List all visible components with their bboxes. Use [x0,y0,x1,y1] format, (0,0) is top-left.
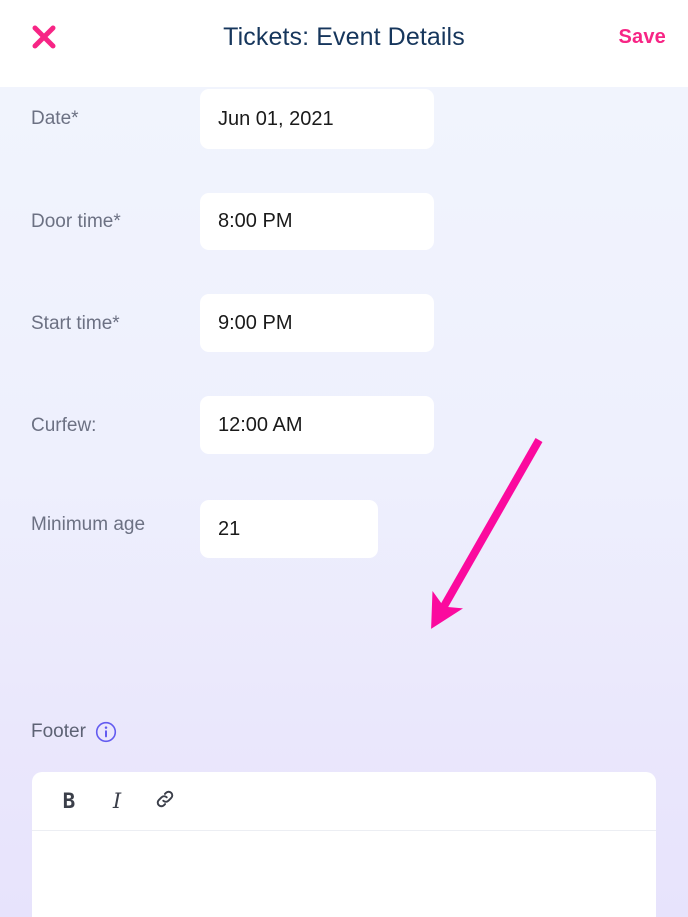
door-time-input[interactable] [200,193,434,250]
modal-header: Tickets: Event Details Save [0,0,688,87]
field-label-date: Date* [31,108,79,129]
footer-label-group: Footer [31,718,117,746]
field-label-curfew: Curfew: [31,415,97,436]
date-input[interactable] [200,89,434,149]
field-label-minimum-age: Minimum age [31,514,146,535]
page-title: Tickets: Event Details [223,23,465,51]
info-circle-icon[interactable] [95,721,117,743]
field-label-start-time: Start time* [31,313,120,334]
save-button[interactable]: Save [618,22,666,52]
bold-button[interactable]: B [56,787,82,815]
minimum-age-input[interactable] [200,500,378,558]
editor-toolbar: B I [32,772,656,831]
italic-button[interactable]: I [104,787,130,815]
form-scroll-area[interactable]: Date* Door time* Start time* Curfew: Min… [0,87,688,917]
event-details-screen: Tickets: Event Details Save Date* Door t… [0,0,688,917]
footer-richtext-editor: B I [32,772,656,917]
link-button[interactable] [152,787,178,815]
link-icon [154,788,176,815]
curfew-input[interactable] [200,396,434,454]
footer-label: Footer [31,721,86,742]
start-time-input[interactable] [200,294,434,352]
field-label-door-time: Door time* [31,211,121,232]
footer-editor-textarea[interactable] [32,831,656,917]
